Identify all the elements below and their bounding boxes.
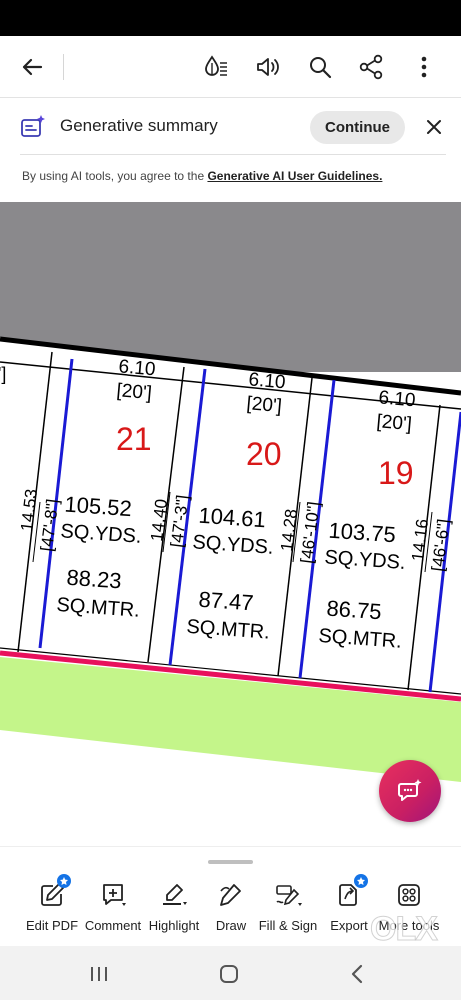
left-plot-frontage-ft: '] xyxy=(0,364,6,384)
tool-label: Edit PDF xyxy=(26,918,79,933)
draw-icon xyxy=(214,878,248,912)
more-vertical-icon[interactable] xyxy=(410,53,438,81)
status-bar xyxy=(0,0,461,36)
plot-area-mtr: 86.75 xyxy=(326,596,383,625)
plot-frontage-ft: [20'] xyxy=(116,380,153,404)
plot-number: 20 xyxy=(246,436,282,472)
plot-area-yds: 104.61 xyxy=(198,503,267,533)
close-icon[interactable] xyxy=(420,112,448,142)
plot-frontage-m: 6.10 xyxy=(248,369,287,393)
tool-comment[interactable]: Comment xyxy=(84,878,142,940)
tool-label: Highlight xyxy=(148,918,200,933)
top-toolbar xyxy=(0,36,461,98)
export-icon xyxy=(332,874,368,912)
comment-icon xyxy=(96,878,130,912)
drag-handle[interactable] xyxy=(208,860,253,864)
back-icon[interactable] xyxy=(342,960,372,988)
plot-area-mtr: 87.47 xyxy=(198,587,255,616)
plot-area-mtr: 88.23 xyxy=(66,565,123,594)
ai-chat-icon xyxy=(398,779,422,801)
ai-guidelines-link[interactable]: Generative AI User Guidelines. xyxy=(207,169,382,183)
new-badge-icon xyxy=(57,874,71,888)
recent-apps-icon[interactable] xyxy=(84,960,114,988)
toolbar-divider xyxy=(63,54,64,80)
ai-summary-icon xyxy=(20,114,46,145)
tool-label: Fill & Sign xyxy=(258,918,318,933)
tool-label: Comment xyxy=(84,918,142,933)
tool-export[interactable]: Export xyxy=(328,874,370,940)
share-icon[interactable] xyxy=(357,53,385,81)
read-aloud-icon[interactable] xyxy=(254,53,282,81)
highlight-icon xyxy=(157,878,191,912)
generative-summary-title: Generative summary xyxy=(60,116,218,135)
plot-number: 19 xyxy=(378,455,414,491)
edit-pdf-icon xyxy=(35,874,71,912)
continue-button[interactable]: Continue xyxy=(310,111,405,144)
ai-guidelines-prefix: By using AI tools, you agree to the xyxy=(22,169,208,183)
tool-label: Draw xyxy=(215,918,247,933)
tool-label: Export xyxy=(330,918,368,933)
plot-frontage-m: 6.10 xyxy=(378,387,417,411)
ai-assistant-button[interactable] xyxy=(379,760,441,822)
banner-separator xyxy=(20,154,446,155)
tool-highlight[interactable]: Highlight xyxy=(146,878,202,940)
fill-sign-icon xyxy=(271,878,305,912)
plot-area-yds: 105.52 xyxy=(64,492,133,522)
olx-watermark: OLX xyxy=(370,910,439,949)
ai-guidelines-note: By using AI tools, you agree to the Gene… xyxy=(22,169,382,183)
more-tools-icon xyxy=(392,878,426,912)
plot-frontage-ft: [20'] xyxy=(376,411,413,435)
document-page[interactable]: '] 14.53 [47'-8"] 6.10 [20'] 21 105.52 S… xyxy=(0,202,461,842)
new-badge-icon xyxy=(354,874,368,888)
plot-number: 21 xyxy=(116,421,152,457)
plot-area-yds: 103.75 xyxy=(328,518,397,548)
back-arrow-icon[interactable] xyxy=(18,53,46,81)
reading-mode-icon[interactable] xyxy=(202,53,230,81)
tool-draw[interactable]: Draw xyxy=(212,878,250,940)
plot-frontage-ft: [20'] xyxy=(246,393,283,417)
tool-fill-sign[interactable]: Fill & Sign xyxy=(258,878,318,940)
tool-edit-pdf[interactable]: Edit PDF xyxy=(26,874,79,940)
plot-frontage-m: 6.10 xyxy=(118,356,157,380)
home-icon[interactable] xyxy=(214,960,244,988)
search-icon[interactable] xyxy=(306,53,334,81)
